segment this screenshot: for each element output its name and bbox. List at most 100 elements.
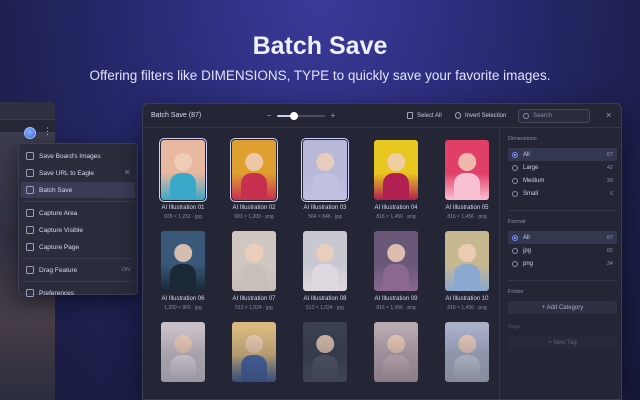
menu-item-label: Drag Feature <box>39 266 78 274</box>
filter-option[interactable]: png 34 <box>508 257 617 270</box>
tags-title: Tags <box>508 324 520 330</box>
menu-item[interactable]: Batch Save <box>21 182 135 198</box>
image-name: AI Illustration 07 <box>232 296 276 302</box>
image-name: AI Illustration 01 <box>161 205 205 211</box>
image-thumbnail[interactable] <box>161 231 205 291</box>
zoom-control[interactable]: − + <box>265 111 337 120</box>
new-tag-button[interactable]: + New Tag <box>508 336 617 349</box>
folder-icon <box>26 186 34 194</box>
image-thumbnail[interactable] <box>230 138 278 202</box>
portrait-figure <box>453 264 481 291</box>
image-meta: 1,200 × 900 · jpg <box>164 305 202 311</box>
extension-icon[interactable] <box>24 127 36 139</box>
filter-option[interactable]: All 87 <box>508 231 617 244</box>
image-card[interactable] <box>361 314 431 399</box>
image-thumbnail[interactable] <box>301 138 349 202</box>
images-icon <box>26 152 34 160</box>
page-icon <box>26 243 34 251</box>
image-thumbnail[interactable] <box>445 140 489 200</box>
divider <box>508 280 617 281</box>
portrait-figure <box>382 355 410 382</box>
menu-item-label: Capture Area <box>39 209 78 217</box>
image-card[interactable]: AI Illustration 06 1,200 × 900 · jpg <box>148 223 218 313</box>
image-card[interactable] <box>432 314 502 399</box>
menu-separator <box>23 281 133 282</box>
crop-icon <box>26 209 34 217</box>
dimensions-title: Dimensions <box>508 136 537 142</box>
zoom-slider[interactable] <box>277 111 325 120</box>
search-icon <box>523 113 529 119</box>
image-thumbnail[interactable] <box>159 138 207 202</box>
image-thumbnail[interactable] <box>232 322 276 382</box>
checkbox-icon <box>407 112 413 119</box>
portrait-figure <box>174 153 192 172</box>
invert-selection-button[interactable]: Invert Selection <box>455 112 506 119</box>
image-name: AI Illustration 06 <box>161 296 205 302</box>
close-button[interactable]: × <box>606 110 611 120</box>
filter-option[interactable]: Large 42 <box>508 161 617 174</box>
image-thumbnail[interactable] <box>161 322 205 382</box>
image-name: AI Illustration 08 <box>303 296 347 302</box>
image-thumbnail[interactable] <box>303 231 347 291</box>
menu-item[interactable]: Preferences <box>21 285 135 301</box>
menu-item[interactable]: Save Board's Images <box>21 148 135 164</box>
image-thumbnail[interactable] <box>374 231 418 291</box>
image-thumbnail[interactable] <box>445 231 489 291</box>
image-card[interactable] <box>290 314 360 399</box>
portrait-figure <box>174 335 192 354</box>
image-card[interactable]: AI Illustration 09 816 × 1,456 · png <box>361 223 431 313</box>
image-card[interactable]: AI Illustration 01 928 × 1,232 · jpg <box>148 132 218 222</box>
portrait-figure <box>240 355 268 382</box>
filter-option[interactable]: All 87 <box>508 148 617 161</box>
search-input[interactable]: Search <box>518 109 590 123</box>
image-card[interactable] <box>148 314 218 399</box>
zoom-out-button[interactable]: − <box>265 111 273 120</box>
zoom-in-button[interactable]: + <box>329 111 337 120</box>
portrait-figure <box>169 264 197 291</box>
select-all-button[interactable]: Select All <box>407 112 442 119</box>
portrait-figure <box>382 264 410 291</box>
image-card[interactable]: AI Illustration 02 683 × 1,200 · png <box>219 132 289 222</box>
window-title: Batch Save (87) <box>151 112 202 119</box>
image-card[interactable]: AI Illustration 05 816 × 1,456 · png <box>432 132 502 222</box>
menu-item[interactable]: Drag Feature ON <box>21 262 135 278</box>
portrait-figure <box>240 264 268 291</box>
portrait-figure <box>169 355 197 382</box>
image-card[interactable] <box>219 314 289 399</box>
menu-item[interactable]: Capture Area <box>21 205 135 221</box>
image-thumbnail[interactable] <box>303 322 347 382</box>
image-meta: 816 × 1,456 · png <box>447 214 487 220</box>
image-card[interactable]: AI Illustration 07 512 × 1,024 · jpg <box>219 223 289 313</box>
filter-option-count: 65 <box>606 247 613 254</box>
image-meta: 564 × 846 · jpg <box>308 214 342 220</box>
menu-item-label: Batch Save <box>39 186 73 194</box>
image-thumbnail[interactable] <box>374 140 418 200</box>
image-card[interactable]: AI Illustration 10 816 × 1,456 · png <box>432 223 502 313</box>
filter-option[interactable]: Small 6 <box>508 187 617 200</box>
folder-title: Folder <box>508 289 524 295</box>
image-card[interactable]: AI Illustration 03 564 × 846 · jpg <box>290 132 360 222</box>
zoom-slider-handle[interactable] <box>289 111 298 120</box>
filter-option-label: Small <box>523 190 539 197</box>
portrait-figure <box>240 173 268 200</box>
menu-item[interactable]: Save URL to Eagle ⌘ <box>21 165 135 181</box>
menu-item-label: Capture Visible <box>39 226 83 234</box>
filter-option-label: Large <box>523 164 539 171</box>
image-card[interactable]: AI Illustration 08 512 × 1,024 · jpg <box>290 223 360 313</box>
portrait-figure <box>453 355 481 382</box>
image-meta: 816 × 1,456 · png <box>376 214 416 220</box>
more-options-icon[interactable]: ⋮ <box>43 126 52 137</box>
filter-option[interactable]: Medium 39 <box>508 174 617 187</box>
radio-icon <box>512 260 518 267</box>
portrait-figure <box>387 335 405 354</box>
portrait-figure <box>458 244 476 263</box>
menu-item[interactable]: Capture Visible <box>21 222 135 238</box>
image-thumbnail[interactable] <box>374 322 418 382</box>
menu-item[interactable]: Capture Page <box>21 239 135 255</box>
format-filter: Format All 87 jpg 65 png 34 <box>508 219 617 270</box>
image-thumbnail[interactable] <box>445 322 489 382</box>
add-category-button[interactable]: + Add Category <box>508 301 617 314</box>
image-card[interactable]: AI Illustration 04 816 × 1,456 · png <box>361 132 431 222</box>
filter-option[interactable]: jpg 65 <box>508 244 617 257</box>
image-thumbnail[interactable] <box>232 231 276 291</box>
